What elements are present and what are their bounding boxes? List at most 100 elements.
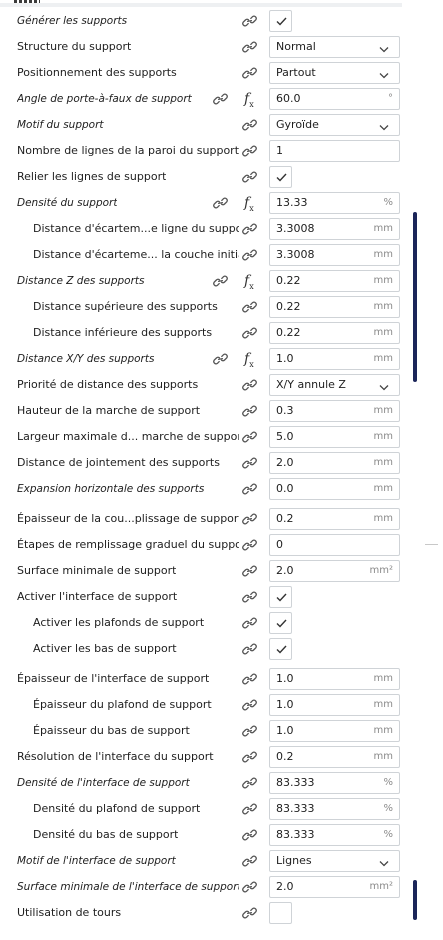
- link-icon[interactable]: [242, 643, 257, 655]
- setting-dropdown[interactable]: Gyroïde: [269, 114, 400, 136]
- setting-checkbox[interactable]: [269, 586, 292, 608]
- setting-label: Distance de jointement des supports: [17, 456, 220, 469]
- setting-row: Utilisation de tours: [0, 900, 443, 926]
- setting-checkbox[interactable]: [269, 166, 292, 188]
- scrollbar-thumb[interactable]: [413, 212, 417, 382]
- setting-input[interactable]: 2.0 mm²: [269, 560, 400, 582]
- setting-input[interactable]: 0.0 mm: [269, 478, 400, 500]
- link-icon[interactable]: [242, 751, 257, 763]
- link-icon[interactable]: [242, 41, 257, 53]
- setting-input[interactable]: 3.3008 mm: [269, 244, 400, 266]
- setting-input[interactable]: 1.0 mm: [269, 694, 400, 716]
- setting-input[interactable]: 83.333%: [269, 824, 400, 846]
- setting-input[interactable]: 0.2 mm: [269, 746, 400, 768]
- input-value: 1.0: [276, 352, 294, 365]
- setting-label: Positionnement des supports: [17, 66, 177, 79]
- link-icon[interactable]: [242, 119, 257, 131]
- setting-input[interactable]: 0.22 mm: [269, 296, 400, 318]
- scrollbar-thumb-lower[interactable]: [413, 880, 417, 920]
- setting-input[interactable]: 0.2 mm: [269, 508, 400, 530]
- link-icon[interactable]: [213, 197, 228, 209]
- setting-input[interactable]: 83.333%: [269, 798, 400, 820]
- setting-dropdown[interactable]: Normal: [269, 36, 400, 58]
- link-icon[interactable]: [242, 301, 257, 313]
- input-value: 1.0: [276, 672, 294, 685]
- setting-input[interactable]: 2.0 mm²: [269, 876, 400, 898]
- input-value: 1.0: [276, 724, 294, 737]
- setting-row: Distance de jointement des supports 2.0 mm: [0, 450, 443, 476]
- unit-label: %: [383, 197, 393, 208]
- link-icon[interactable]: [242, 431, 257, 443]
- fx-icon[interactable]: fx: [244, 272, 260, 291]
- link-icon[interactable]: [242, 725, 257, 737]
- link-icon[interactable]: [242, 483, 257, 495]
- setting-input[interactable]: 83.333%: [269, 772, 400, 794]
- setting-input[interactable]: 0.3 mm: [269, 400, 400, 422]
- link-icon[interactable]: [242, 15, 257, 27]
- link-icon[interactable]: [213, 275, 228, 287]
- link-icon[interactable]: [242, 699, 257, 711]
- link-icon[interactable]: [242, 539, 257, 551]
- link-icon[interactable]: [242, 617, 257, 629]
- splitter-handle[interactable]: [425, 544, 438, 545]
- setting-row: Épaisseur de l'interface de support 1.0 mm: [0, 666, 443, 692]
- link-icon[interactable]: [242, 881, 257, 893]
- link-icon[interactable]: [242, 327, 257, 339]
- unit-label: %: [383, 829, 393, 840]
- link-icon[interactable]: [242, 855, 257, 867]
- setting-input[interactable]: 0.22 mm: [269, 270, 400, 292]
- setting-dropdown[interactable]: Lignes: [269, 850, 400, 872]
- link-icon[interactable]: [213, 353, 228, 365]
- setting-checkbox[interactable]: [269, 902, 292, 924]
- setting-checkbox[interactable]: [269, 638, 292, 660]
- link-icon[interactable]: [242, 829, 257, 841]
- link-icon[interactable]: [242, 565, 257, 577]
- setting-input[interactable]: 1.0 mm: [269, 720, 400, 742]
- link-icon[interactable]: [242, 67, 257, 79]
- link-icon[interactable]: [242, 223, 257, 235]
- setting-label: Activer l'interface de support: [17, 590, 178, 603]
- link-icon[interactable]: [242, 673, 257, 685]
- setting-input[interactable]: 2.0 mm: [269, 452, 400, 474]
- setting-label: Densité de l'interface de support: [17, 777, 190, 789]
- setting-input[interactable]: 13.33%: [269, 192, 400, 214]
- link-icon[interactable]: [242, 907, 257, 919]
- setting-input[interactable]: 3.3008 mm: [269, 218, 400, 240]
- link-icon[interactable]: [213, 93, 228, 105]
- setting-dropdown[interactable]: Partout: [269, 62, 400, 84]
- link-icon[interactable]: [242, 379, 257, 391]
- setting-input[interactable]: 1.0 mm: [269, 668, 400, 690]
- setting-checkbox[interactable]: [269, 10, 292, 32]
- setting-input[interactable]: 60.0 °: [269, 88, 400, 110]
- link-icon[interactable]: [242, 513, 257, 525]
- link-icon[interactable]: [242, 145, 257, 157]
- fx-icon[interactable]: fx: [244, 90, 260, 109]
- link-icon[interactable]: [242, 249, 257, 261]
- dropdown-value: Gyroïde: [276, 118, 319, 131]
- top-strip: [0, 0, 443, 7]
- link-icon[interactable]: [242, 457, 257, 469]
- setting-input[interactable]: 0.22 mm: [269, 322, 400, 344]
- setting-input[interactable]: 0: [269, 534, 400, 556]
- setting-checkbox[interactable]: [269, 612, 292, 634]
- setting-input[interactable]: 5.0 mm: [269, 426, 400, 448]
- link-icon[interactable]: [242, 803, 257, 815]
- setting-row: Densité du plafond de support 83.333%: [0, 796, 443, 822]
- setting-label: Densité du support: [17, 197, 118, 209]
- fx-icon[interactable]: fx: [244, 350, 260, 369]
- dropdown-value: Partout: [276, 66, 316, 79]
- setting-label: Densité du bas de support: [33, 828, 179, 841]
- unit-label: mm: [373, 725, 393, 736]
- link-icon[interactable]: [242, 591, 257, 603]
- link-icon[interactable]: [242, 171, 257, 183]
- fx-icon[interactable]: fx: [244, 194, 260, 213]
- setting-dropdown[interactable]: X/Y annule Z: [269, 374, 400, 396]
- unit-label: °: [388, 93, 393, 104]
- setting-label: Structure du support: [17, 40, 132, 53]
- setting-input[interactable]: 1.0 mm: [269, 348, 400, 370]
- link-icon[interactable]: [242, 777, 257, 789]
- dropdown-value: X/Y annule Z: [276, 378, 346, 391]
- link-icon[interactable]: [242, 405, 257, 417]
- input-value: 83.333: [276, 802, 315, 815]
- setting-input[interactable]: 1: [269, 140, 400, 162]
